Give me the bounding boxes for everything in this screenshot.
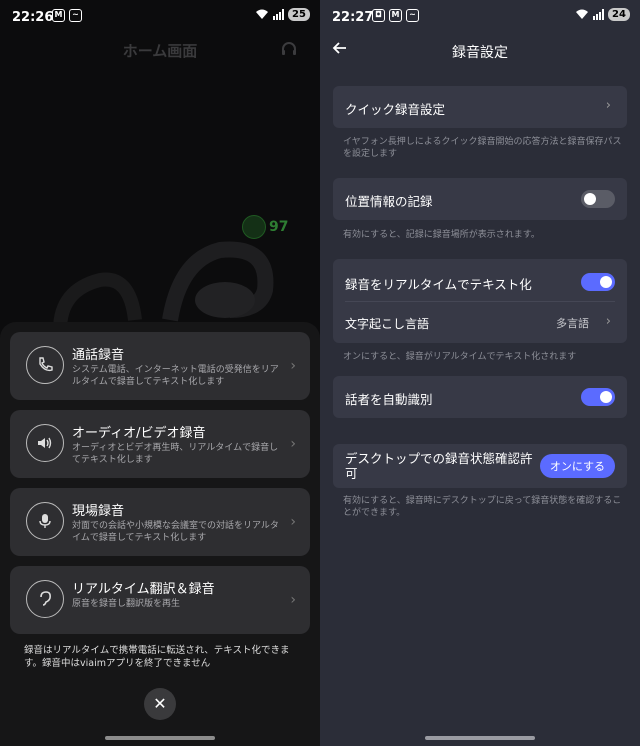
screenshot-icon: ◘ [372,9,385,22]
phone-call-icon [26,346,64,384]
card-desc: オーディオとビデオ再生時、リアルタイムで録音してテキスト化します [72,443,279,465]
gmail-icon: M [389,9,402,22]
signal-icon [273,9,284,20]
transcription-language-row[interactable]: 文字起こし言語 多言語 › [333,302,627,343]
home-title: ホーム画面 [122,42,198,60]
chevron-right-icon: › [605,98,611,113]
status-time: 22:26 [12,10,54,25]
chevron-right-icon: › [290,514,296,530]
quick-recording-label: クイック録音設定 [345,102,446,117]
ear-translate-icon [26,580,64,618]
battery-icon [242,215,266,239]
transcription-language-label: 文字起こし言語 [345,317,430,331]
onsite-recording-card[interactable]: 現場録音 対面での会話や小規模な会議室での対話をリアルタイムで録音してテキスト化… [10,488,310,556]
chevron-right-icon: › [290,358,296,374]
page-title: 録音設定 [452,45,508,61]
headset-icon[interactable] [280,40,298,58]
transcription-language-value: 多言語 [556,317,589,330]
desktop-status-desc: 有効にすると、録音時にデスクトップに戻って録音状態を確認することができます。 [343,496,622,518]
location-record-label: 位置情報の記録 [345,194,433,209]
speaker-identification-row: 話者を自動識別 [333,376,627,418]
card-title: リアルタイム翻訳＆録音 [72,582,215,597]
recording-mode-sheet: 通話録音 システム電話、インターネット電話の受発信をリアルタイムで録音してテキス… [0,322,320,746]
card-desc: 原音を録音し翻訳版を再生 [72,599,181,609]
status-bar: 22:27 ◘ M ~ 24 [320,0,640,34]
card-desc: システム電話、インターネット電話の受発信をリアルタイムで録音してテキスト化します [72,365,279,387]
card-title: オーディオ/ビデオ録音 [72,426,206,441]
chevron-right-icon: › [290,592,296,608]
call-recording-card[interactable]: 通話録音 システム電話、インターネット電話の受発信をリアルタイムで録音してテキス… [10,332,310,400]
app-notification-icon: ~ [406,9,419,22]
location-record-desc: 有効にすると、記録に録音場所が表示されます。 [343,230,540,240]
realtime-transcription-label: 録音をリアルタイムでテキスト化 [345,277,532,292]
desktop-status-row: デスクトップでの録音状態確認許可 オンにする [333,444,627,488]
quick-recording-settings-row[interactable]: クイック録音設定 › [333,86,627,128]
status-bar: 22:26 M ~ 25 [0,0,320,34]
left-screen: 22:26 M ~ 25 ホーム画面 97 通話録音 システム電話、インターネッ… [0,0,320,746]
battery-level: 25 [288,8,310,21]
wifi-icon [256,9,268,19]
desktop-status-label: デスクトップでの録音状態確認許可 [345,451,533,481]
card-title: 現場録音 [72,504,125,519]
card-desc: 対面での会話や小規模な会議室での対話をリアルタイムで録音してテキスト化します [72,521,279,543]
home-indicator[interactable] [105,736,215,740]
turn-on-button[interactable]: オンにする [539,454,615,478]
earphone-battery-percent: 97 [269,219,289,235]
home-indicator[interactable] [425,736,535,740]
microphone-icon [26,502,64,540]
realtime-transcription-desc: オンにすると、録音がリアルタイムでテキスト化されます [343,352,577,362]
speaker-identification-toggle[interactable] [581,388,615,406]
card-title: 通話録音 [72,348,125,363]
close-button[interactable]: ✕ [144,688,176,720]
status-time: 22:27 [332,10,374,25]
location-record-row: 位置情報の記録 [333,178,627,220]
app-notification-icon: ~ [69,9,82,22]
speaker-identification-label: 話者を自動識別 [345,392,433,407]
chevron-right-icon: › [290,436,296,452]
audio-video-recording-card[interactable]: オーディオ/ビデオ録音 オーディオとビデオ再生時、リアルタイムで録音してテキスト… [10,410,310,478]
battery-level: 24 [608,8,630,21]
earphone-battery: 97 [242,215,288,239]
speaker-icon [26,424,64,462]
recording-note: 録音はリアルタイムで携帯電話に転送され、テキスト化できます。録音中はviaimア… [24,645,290,669]
quick-recording-desc: イヤフォン長押しによるクイック録音開始の応答方法と録音保存パスを設定します [343,137,622,159]
realtime-transcription-group: 録音をリアルタイムでテキスト化 文字起こし言語 多言語 › [333,259,627,343]
close-icon: ✕ [153,694,167,713]
signal-icon [593,9,604,20]
location-record-toggle[interactable] [581,190,615,208]
realtime-translate-card[interactable]: リアルタイム翻訳＆録音 原音を録音し翻訳版を再生 › [10,566,310,634]
chevron-right-icon: › [605,314,611,329]
wifi-icon [576,9,588,19]
realtime-transcription-toggle[interactable] [581,273,615,291]
gmail-icon: M [52,9,65,22]
right-screen: 22:27 ◘ M ~ 24 録音設定 クイック録音設定 › イヤフォン長押しに… [320,0,640,746]
